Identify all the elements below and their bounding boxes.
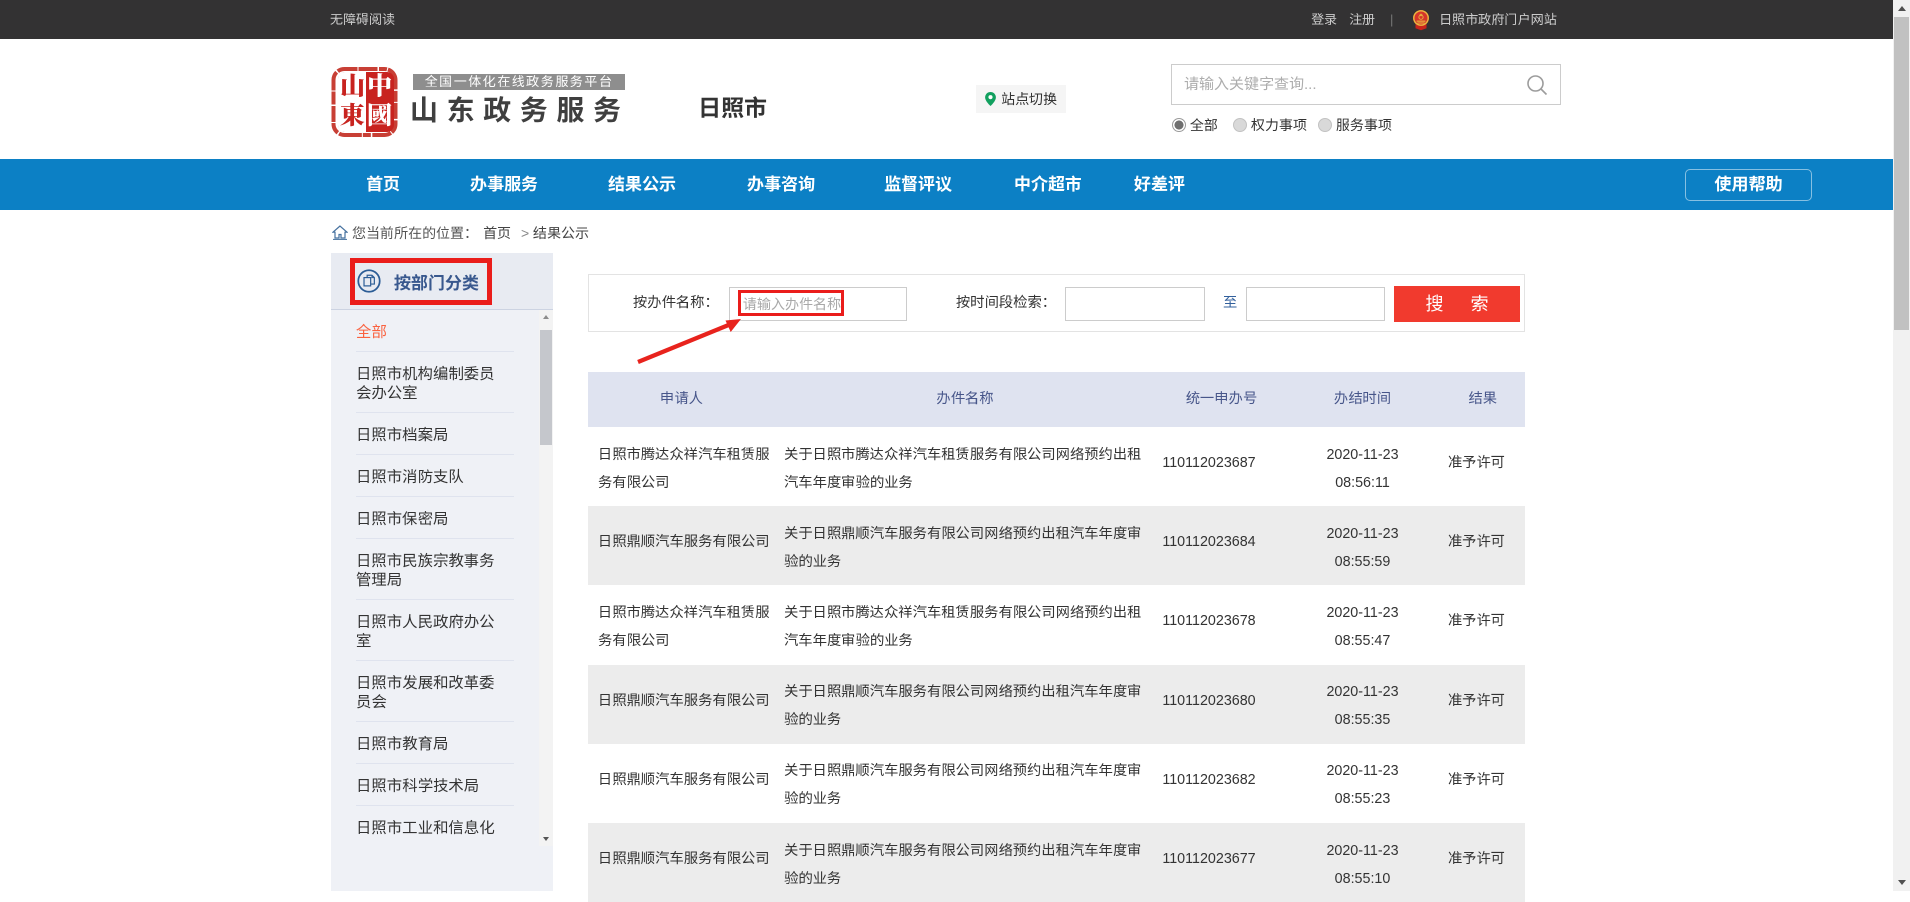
- svg-text:國: 國: [367, 96, 392, 132]
- svg-text:東: 東: [340, 96, 365, 132]
